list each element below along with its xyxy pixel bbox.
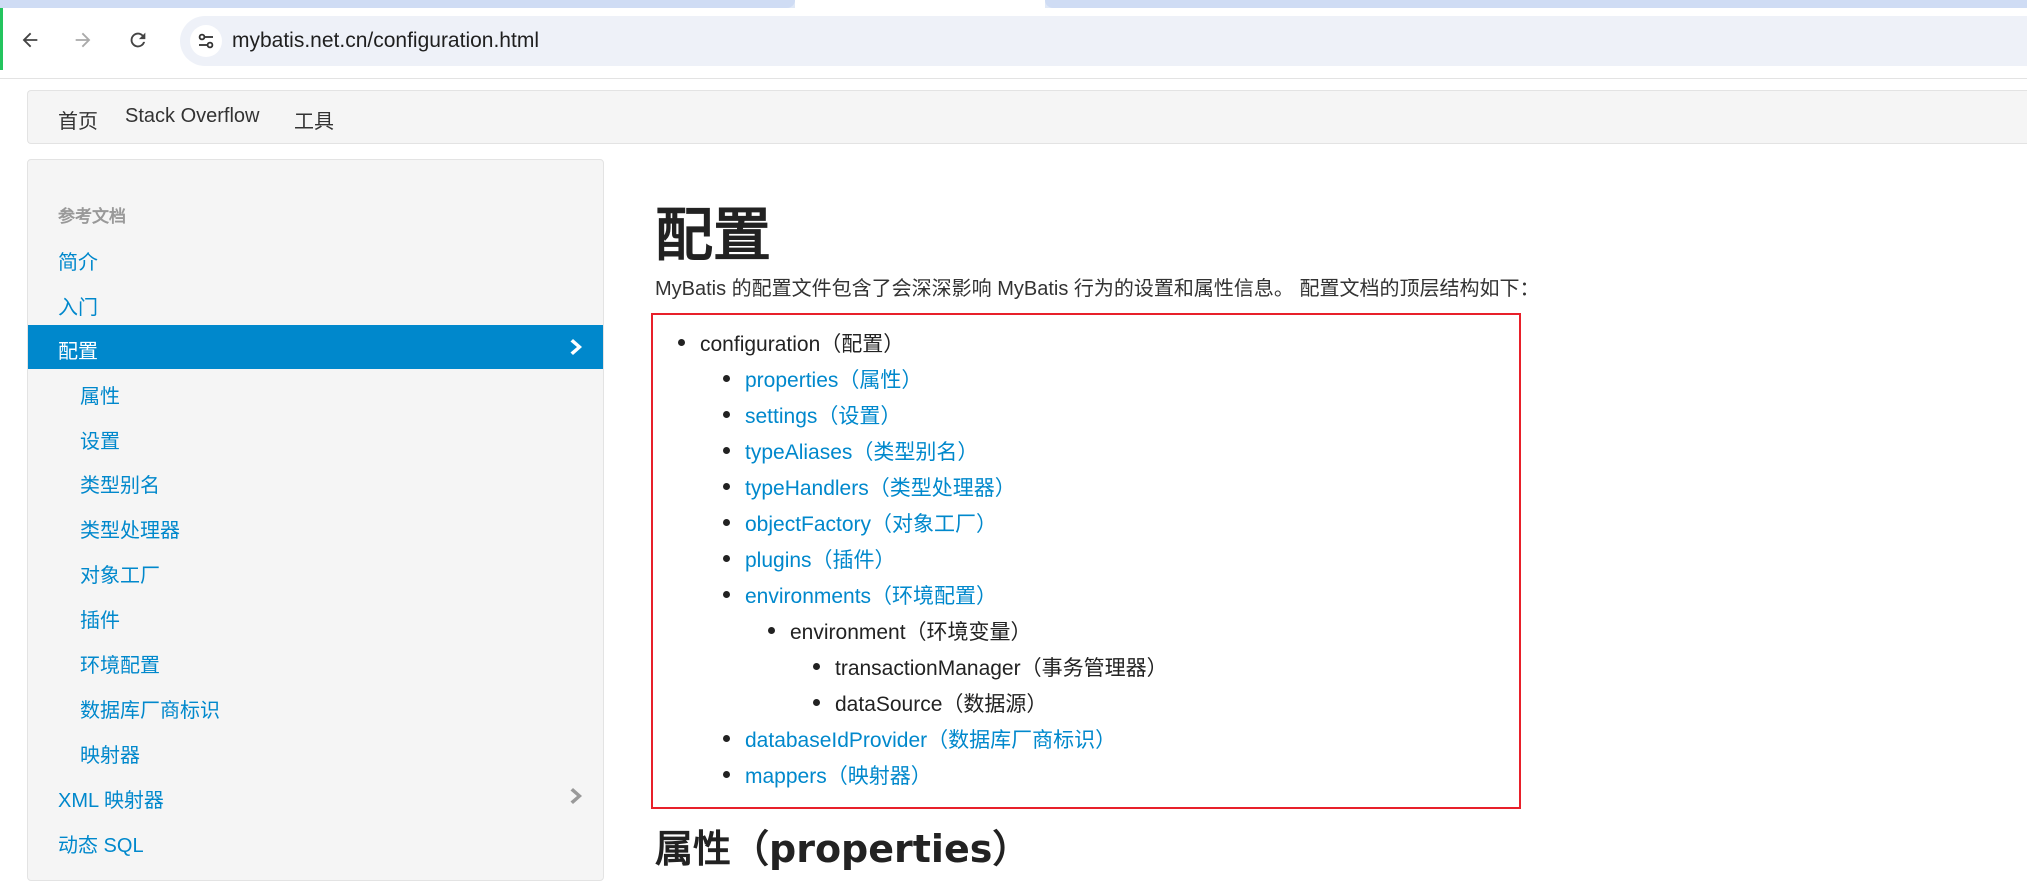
bullet	[768, 627, 775, 634]
bullet	[723, 555, 730, 562]
reload-icon	[130, 32, 146, 48]
tree-item-settings-link[interactable]: settings（设置）	[723, 400, 901, 430]
bullet	[723, 411, 730, 418]
tune-sliders-icon	[198, 33, 214, 49]
bullet	[723, 735, 730, 742]
sidebar-item-label: 对象工厂	[80, 565, 160, 587]
tree-item-environments-link[interactable]: environments（环境配置）	[723, 580, 997, 610]
bullet	[678, 339, 685, 346]
address-bar[interactable]: mybatis.net.cn/configuration.html	[180, 16, 2027, 66]
sidebar-item-settings[interactable]: 设置	[28, 415, 603, 459]
bullet	[723, 375, 730, 382]
bullet	[723, 519, 730, 526]
bullet	[723, 591, 730, 598]
browser-tab-active[interactable]	[795, 0, 1045, 8]
menu-item-tools[interactable]: 工具	[294, 105, 334, 134]
sidebar-item-label: 插件	[80, 610, 120, 632]
sidebar-item-label: 映射器	[80, 745, 140, 767]
chevron-right-icon	[570, 339, 582, 355]
bullet	[813, 699, 820, 706]
window-edge-accent	[0, 8, 3, 70]
intro-paragraph: MyBatis 的配置文件包含了会深深影响 MyBatis 行为的设置和属性信息…	[655, 278, 1540, 300]
sidebar-item-type-aliases[interactable]: 类型别名	[28, 459, 603, 503]
sidebar-header: 参考文档	[58, 207, 126, 226]
arrow-right-icon	[75, 32, 91, 48]
sidebar-item-plugins[interactable]: 插件	[28, 594, 603, 638]
browser-tab[interactable]	[0, 0, 795, 8]
sidebar-item-properties[interactable]: 属性	[28, 370, 603, 414]
url-text[interactable]: mybatis.net.cn/configuration.html	[232, 29, 539, 53]
sidebar-item-type-handlers[interactable]: 类型处理器	[28, 504, 603, 548]
sidebar-item-database-id-provider[interactable]: 数据库厂商标识	[28, 684, 603, 728]
page-title: 配置	[655, 201, 772, 269]
browser-tab-strip	[0, 0, 2027, 8]
bullet	[723, 447, 730, 454]
section-title-properties: 属性（properties）	[655, 827, 1031, 871]
bullet	[723, 483, 730, 490]
reload-button[interactable]	[122, 24, 154, 56]
tree-item-properties-link[interactable]: properties（属性）	[723, 364, 922, 394]
tree-item-type-aliases-link[interactable]: typeAliases（类型别名）	[723, 436, 978, 466]
site-top-menu: 首页 Stack Overflow 工具	[27, 90, 2027, 144]
tree-item-environment: environment（环境变量）	[768, 616, 1032, 646]
tree-item-type-handlers-link[interactable]: typeHandlers（类型处理器）	[723, 472, 1016, 502]
sidebar-item-label: 环境配置	[80, 655, 160, 677]
sidebar-item-label: 入门	[58, 297, 98, 319]
bullet	[813, 663, 820, 670]
sidebar-item-label: 配置	[58, 341, 98, 363]
tree-item-configuration: configuration（配置）	[678, 328, 904, 358]
browser-toolbar: mybatis.net.cn/configuration.html	[0, 8, 2027, 79]
sidebar-item-intro[interactable]: 简介	[28, 236, 603, 280]
sidebar-item-getting-started[interactable]: 入门	[28, 281, 603, 325]
sidebar-item-label: 类型别名	[80, 475, 160, 497]
sidebar-item-label: 设置	[80, 431, 120, 453]
sidebar-item-xml-mapper[interactable]: XML 映射器	[28, 774, 603, 818]
sidebar-item-label: 类型处理器	[80, 520, 180, 542]
back-button[interactable]	[14, 24, 46, 56]
menu-item-home[interactable]: 首页	[58, 105, 98, 134]
sidebar-item-environments[interactable]: 环境配置	[28, 639, 603, 683]
bullet	[723, 771, 730, 778]
sidebar-item-label: 属性	[80, 386, 120, 408]
sidebar-item-configuration[interactable]: 配置	[28, 325, 603, 369]
sidebar-item-object-factory[interactable]: 对象工厂	[28, 549, 603, 593]
sidebar-nav: 参考文档 简介 入门 配置 属性 设置 类型别名 类型处理器 对象工厂 插件 环…	[27, 159, 604, 881]
tree-item-data-source: dataSource（数据源）	[813, 688, 1047, 718]
sidebar-item-label: 数据库厂商标识	[80, 700, 220, 722]
tree-item-database-id-provider-link[interactable]: databaseIdProvider（数据库厂商标识）	[723, 724, 1116, 754]
site-info-button[interactable]	[190, 25, 222, 57]
sidebar-item-label: XML 映射器	[58, 790, 164, 812]
tree-item-object-factory-link[interactable]: objectFactory（对象工厂）	[723, 508, 997, 538]
sidebar-item-mappers[interactable]: 映射器	[28, 729, 603, 773]
tree-item-plugins-link[interactable]: plugins（插件）	[723, 544, 896, 574]
sidebar-item-label: 动态 SQL	[58, 835, 144, 857]
forward-button[interactable]	[67, 24, 99, 56]
menu-item-stack-overflow[interactable]: Stack Overflow	[125, 105, 259, 128]
arrow-left-icon	[22, 32, 38, 48]
sidebar-item-dynamic-sql[interactable]: 动态 SQL	[28, 819, 603, 863]
sidebar-item-label: 简介	[58, 252, 98, 274]
chevron-right-icon	[570, 788, 582, 804]
tree-item-mappers-link[interactable]: mappers（映射器）	[723, 760, 932, 790]
tree-item-transaction-manager: transactionManager（事务管理器）	[813, 652, 1168, 682]
browser-tab[interactable]	[1045, 0, 2027, 8]
